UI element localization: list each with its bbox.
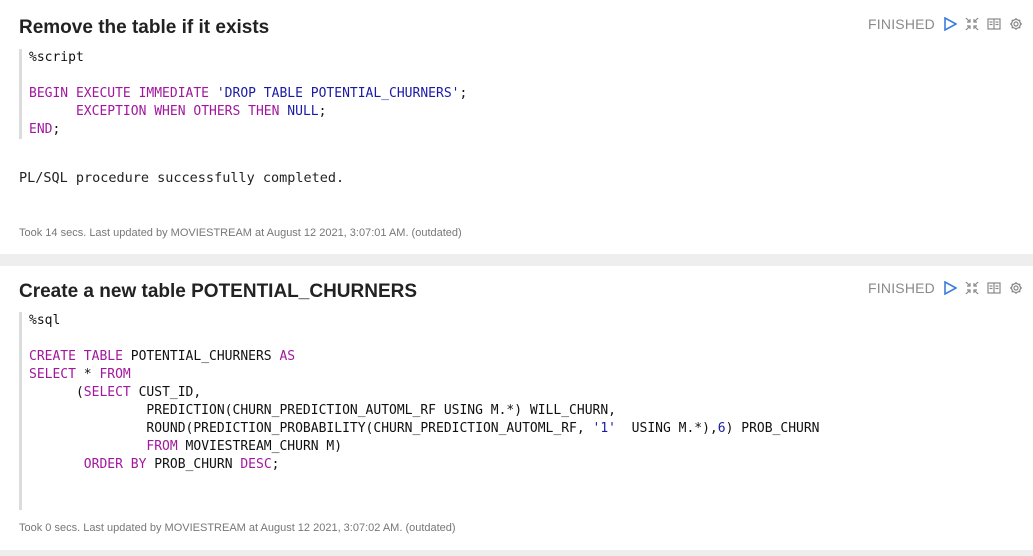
code-token: ROUND(PREDICTION_PROBABILITY(CHURN_PREDI… [29,421,593,436]
code-token: '1' [592,421,617,436]
code-line: PREDICTION(CHURN_PREDICTION_AUTOML_RF US… [29,402,1023,420]
paragraph-output: PL/SQL procedure successfully completed. [19,170,345,186]
code-token: * [75,367,100,382]
code-line: ​ [29,492,1023,510]
book-icon[interactable] [987,17,1001,31]
code-line: ROUND(PREDICTION_PROBABILITY(CHURN_PREDI… [29,420,1023,438]
gear-icon[interactable] [1009,281,1023,295]
code-token: NULL [287,104,319,119]
paragraph-footer: Took 14 secs. Last updated by MOVIESTREA… [19,227,462,239]
code-token: MOVIESTREAM_CHURN M) [177,439,343,454]
code-line: ​ [29,330,1023,348]
code-line: END; [29,121,1023,139]
code-token: POTENTIAL_CHURNERS [122,349,280,364]
status-label: FINISHED [868,280,935,296]
code-line: FROM MOVIESTREAM_CHURN M) [29,438,1023,456]
code-token: ORDER BY [83,457,147,472]
code-token: CUST_ID, [130,385,202,400]
status-label: FINISHED [868,16,935,32]
paragraph-divider [0,550,1033,556]
code-line: ORDER BY PROB_CHURN DESC; [29,456,1023,474]
code-token: BEGIN EXECUTE IMMEDIATE [29,86,210,101]
code-line: ​ [29,474,1023,492]
gear-icon[interactable] [1009,17,1023,31]
code-token: 6 [717,421,726,436]
code-token: ; [459,86,468,101]
code-token: ; [318,104,327,119]
code-line: (SELECT CUST_ID, [29,384,1023,402]
code-text[interactable]: %sql​CREATE TABLE POTENTIAL_CHURNERS ASS… [22,312,1023,510]
code-token: EXCEPTION WHEN OTHERS THEN [75,104,280,119]
code-token: END [29,122,53,137]
code-token: %sql [29,313,61,328]
code-token: CREATE TABLE [29,349,123,364]
code-token: ( [29,385,84,400]
code-line: SELECT * FROM [29,366,1023,384]
code-editor[interactable]: %script ​BEGIN EXECUTE IMMEDIATE 'DROP TA… [19,49,1023,139]
code-token: SELECT [83,385,131,400]
paragraph-title: Create a new table POTENTIAL_CHURNERS [19,281,418,302]
run-icon[interactable] [943,281,957,295]
code-token: PROB_CHURN [146,457,241,472]
code-line: %sql [29,312,1023,330]
paragraph-remove-table: Remove the table if it exists FINISHED %… [0,0,1033,254]
paragraph-footer: Took 0 secs. Last updated by MOVIESTREAM… [19,522,456,534]
code-token: %script [29,50,84,65]
code-text[interactable]: %script ​BEGIN EXECUTE IMMEDIATE 'DROP TA… [22,49,1023,139]
code-line: EXCEPTION WHEN OTHERS THEN NULL; [29,103,1023,121]
code-token: DESC [240,457,272,472]
code-token: ; [271,457,280,472]
code-token: SELECT [29,367,76,382]
code-token: FROM [146,439,178,454]
code-token: FROM [99,367,131,382]
code-editor[interactable]: %sql​CREATE TABLE POTENTIAL_CHURNERS ASS… [19,312,1023,510]
code-line: %script [29,49,1023,67]
code-token: ) PROB_CHURN [725,421,820,436]
code-line: ​ [29,67,1023,85]
paragraph-title: Remove the table if it exists [19,17,270,38]
code-line: BEGIN EXECUTE IMMEDIATE 'DROP TABLE POTE… [29,85,1023,103]
code-token: USING M.*), [616,421,718,436]
code-token: PREDICTION(CHURN_PREDICTION_AUTOML_RF US… [29,403,616,418]
run-icon[interactable] [943,17,957,31]
code-token: 'DROP TABLE POTENTIAL_CHURNERS' [216,86,460,101]
collapse-icon[interactable] [965,281,979,295]
paragraph-status-bar: FINISHED [868,16,1023,32]
code-token: ; [52,122,61,137]
book-icon[interactable] [987,281,1001,295]
code-line: CREATE TABLE POTENTIAL_CHURNERS AS [29,348,1023,366]
paragraph-divider [0,254,1033,266]
collapse-icon[interactable] [965,17,979,31]
paragraph-status-bar: FINISHED [868,280,1023,296]
paragraph-create-table: Create a new table POTENTIAL_CHURNERS FI… [0,266,1033,550]
code-token: AS [279,349,296,364]
